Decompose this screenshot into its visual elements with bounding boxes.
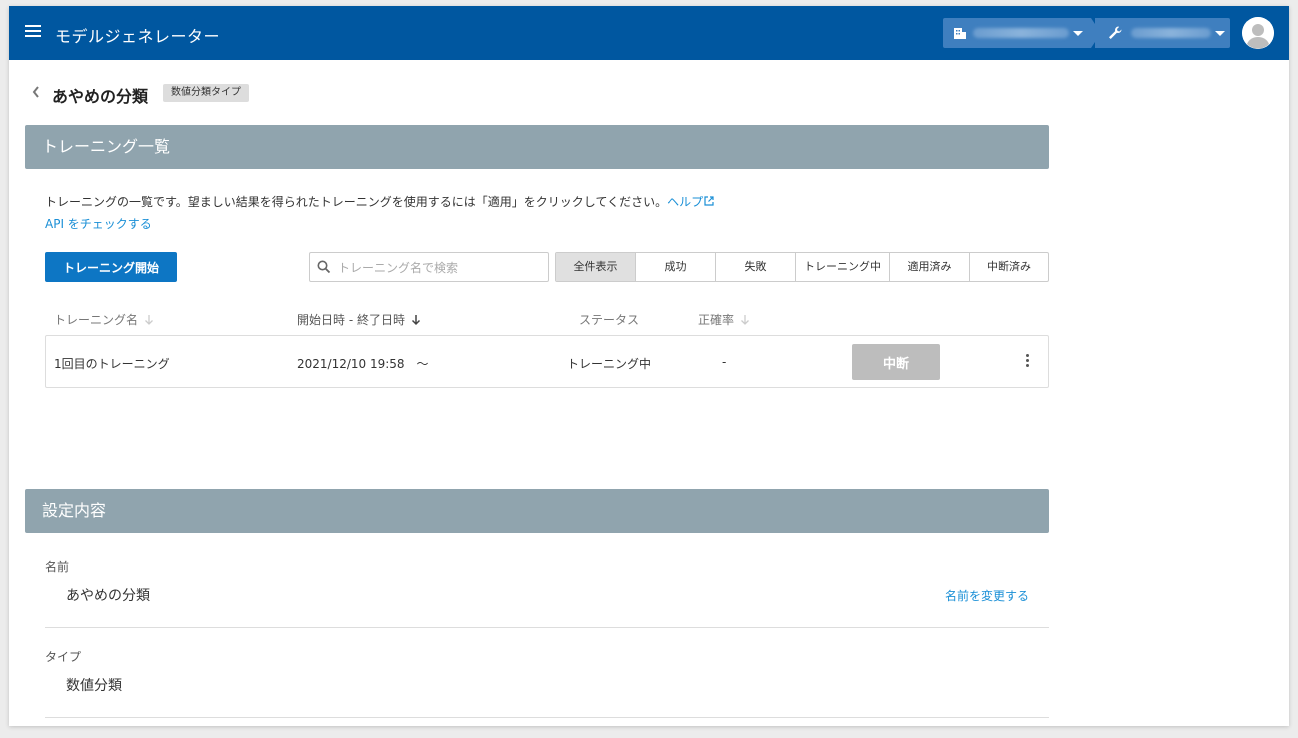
user-avatar[interactable] — [1242, 17, 1274, 49]
building-icon — [954, 28, 966, 39]
project-selector[interactable] — [1095, 18, 1230, 48]
type-badge: 数値分類タイプ — [163, 84, 249, 102]
filter-applied[interactable]: 適用済み — [889, 253, 969, 281]
api-check-link[interactable]: API をチェックする — [45, 215, 152, 232]
sort-arrow-down-icon — [411, 314, 420, 325]
divider — [45, 627, 1049, 628]
chevron-down-icon — [1215, 31, 1225, 36]
training-search-box[interactable] — [309, 252, 549, 282]
more-vert-icon[interactable] — [1024, 354, 1030, 370]
search-icon — [317, 260, 331, 274]
status-filter-group: 全件表示 成功 失敗 トレーニング中 適用済み 中断済み — [555, 252, 1049, 282]
chevron-down-icon — [1073, 31, 1083, 36]
training-section-heading: トレーニング一覧 — [25, 125, 1049, 169]
hamburger-menu-icon[interactable] — [25, 25, 41, 39]
filter-aborted[interactable]: 中断済み — [969, 253, 1048, 281]
page-title: あやめの分類 — [52, 87, 149, 106]
type-label: タイプ — [45, 650, 82, 664]
organization-selector[interactable] — [943, 18, 1101, 48]
training-status: トレーニング中 — [567, 357, 652, 371]
name-value: あやめの分類 — [66, 588, 150, 604]
rename-link[interactable]: 名前を変更する — [945, 587, 1029, 604]
sort-arrow-down-icon — [741, 314, 749, 325]
divider — [45, 717, 1049, 718]
training-name-link[interactable]: 1回目のトレーニング — [54, 355, 170, 372]
column-header-accuracy[interactable]: 正確率 — [698, 311, 750, 328]
filter-training[interactable]: トレーニング中 — [795, 253, 889, 281]
app-title: モデルジェネレーター — [55, 27, 221, 46]
back-button[interactable] — [31, 84, 41, 103]
wrench-icon — [1109, 26, 1122, 39]
app-header: モデルジェネレーター — [9, 6, 1289, 60]
column-header-name-label: トレーニング名 — [54, 313, 139, 327]
help-link[interactable]: ヘルプ — [667, 195, 714, 209]
type-value: 数値分類 — [66, 678, 122, 694]
help-link-label: ヘルプ — [667, 195, 704, 209]
settings-section-heading: 設定内容 — [25, 489, 1049, 533]
training-accuracy: - — [722, 355, 727, 369]
training-description: トレーニングの一覧です。望ましい結果を得られたトレーニングを使用するには「適用」… — [45, 193, 714, 210]
start-training-button[interactable]: トレーニング開始 — [45, 252, 177, 282]
column-header-accuracy-label: 正確率 — [698, 313, 735, 327]
table-row: 1回目のトレーニング 2021/12/10 19:58 〜 トレーニング中 - … — [45, 335, 1049, 388]
project-name-redacted — [1131, 28, 1211, 38]
search-input[interactable] — [336, 258, 545, 278]
column-header-datetime[interactable]: 開始日時 - 終了日時 — [297, 311, 421, 328]
filter-all[interactable]: 全件表示 — [556, 253, 635, 281]
column-header-datetime-label: 開始日時 - 終了日時 — [297, 313, 405, 327]
organization-name-redacted — [973, 28, 1069, 38]
sort-arrow-down-icon — [145, 314, 153, 325]
chevron-left-icon — [32, 86, 39, 98]
description-text: トレーニングの一覧です。望ましい結果を得られたトレーニングを使用するには「適用」… — [45, 195, 668, 209]
external-link-icon — [704, 196, 714, 206]
filter-success[interactable]: 成功 — [635, 253, 715, 281]
abort-training-button[interactable]: 中断 — [852, 344, 940, 380]
filter-failed[interactable]: 失敗 — [715, 253, 795, 281]
training-datetime: 2021/12/10 19:58 〜 — [297, 357, 429, 371]
name-label: 名前 — [45, 560, 70, 574]
column-header-status: ステータス — [579, 313, 640, 327]
app-window: モデルジェネレーター あやめの分類 数値分類タイプ トレーニング一覧 トレーニン… — [9, 6, 1289, 726]
user-icon — [1242, 17, 1274, 49]
column-header-name[interactable]: トレーニング名 — [54, 311, 154, 328]
